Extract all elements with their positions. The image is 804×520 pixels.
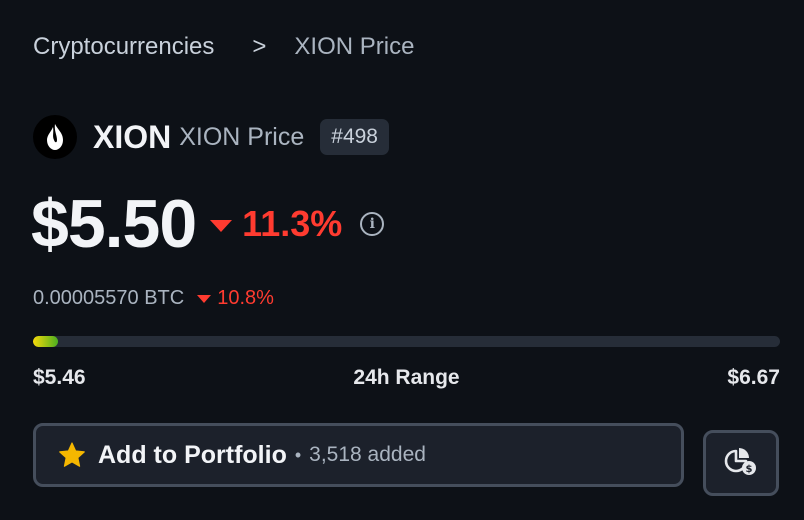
price-down-arrow-icon [210,220,233,232]
xion-logo-icon [33,115,77,159]
breadcrumb-separator: > [252,33,267,60]
portfolio-separator: • [294,444,302,465]
range-bar-fill [33,336,58,347]
range-high: $6.67 [727,366,780,389]
portfolio-chart-button[interactable]: $ [703,430,779,496]
portfolio-added-count: 3,518 added [309,443,426,466]
add-to-portfolio-button[interactable]: Add to Portfolio • 3,518 added [33,423,684,487]
btc-price: 0.00005570 BTC [33,286,185,309]
coin-price-header: Cryptocurrencies > XION Price XION XION … [0,0,804,520]
svg-text:$: $ [746,464,753,475]
btc-price-row: 0.00005570 BTC 10.8% [33,284,274,312]
range-labels: $5.46 24h Range $6.67 [33,364,780,392]
star-icon [58,441,86,469]
breadcrumb: Cryptocurrencies > XION Price [33,30,414,64]
usd-price: $5.50 [31,186,197,262]
portfolio-label: Add to Portfolio [98,440,287,469]
btc-down-arrow-icon [197,295,212,303]
btc-change-percent: 10.8% [217,286,274,309]
range-bar [33,336,780,347]
range-low: $5.46 [33,366,86,389]
price-row: $5.50 11.3% i [31,182,385,266]
info-icon[interactable]: i [360,212,385,236]
breadcrumb-current: XION Price [294,33,415,60]
range-label: 24h Range [353,366,460,389]
portfolio-pie-dollar-icon: $ [724,445,758,482]
price-change-percent: 11.3% [242,203,343,244]
rank-badge: #498 [320,119,389,155]
breadcrumb-cryptocurrencies-link[interactable]: Cryptocurrencies [33,30,214,64]
coin-name-label: XION Price [179,122,305,151]
coin-symbol: XION [93,118,172,155]
coin-title-row: XION XION Price #498 [33,114,389,160]
